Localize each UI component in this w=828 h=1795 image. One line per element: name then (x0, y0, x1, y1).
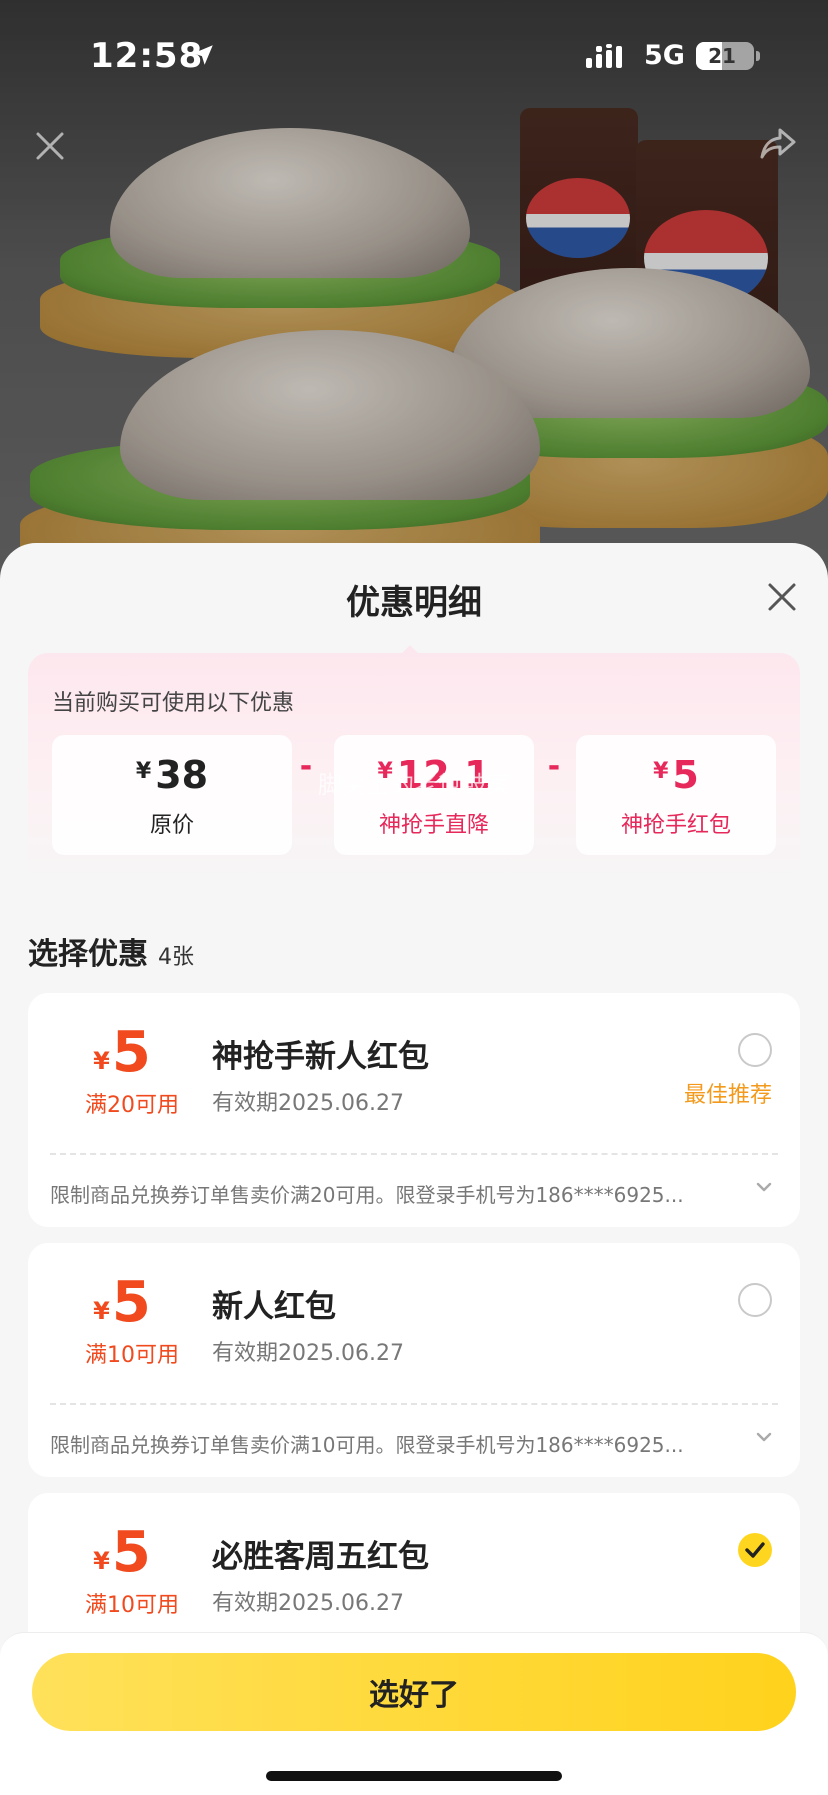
coupon-name: 新人红包 (212, 1289, 336, 1325)
coupon-condition: 满10可用 (85, 1593, 179, 1618)
coupon-card[interactable]: ¥5 满10可用 新人红包 有效期2025.06.27 限制商品兑换券订单售卖价… (28, 1243, 800, 1477)
signal-icon (586, 44, 630, 74)
status-time: 12:58 (90, 36, 204, 76)
coupon-card[interactable]: ¥5 满20可用 神抢手新人红包 有效期2025.06.27 最佳推荐 限制商品… (28, 993, 800, 1227)
chevron-down-icon[interactable] (754, 1177, 774, 1201)
coupon-validity: 有效期2025.06.27 (212, 1341, 404, 1366)
confirm-button[interactable]: 选好了 (32, 1653, 796, 1731)
watermark: 脚尖上的老愆鼓案 (318, 771, 510, 799)
coupon-count: 4张 (158, 945, 194, 970)
product-photo: 12:58 5G 21 (0, 0, 828, 600)
red-packet-label: 神抢手红包 (620, 813, 731, 838)
best-badge: 最佳推荐 (684, 1083, 773, 1108)
coupon-description: 限制商品兑换券订单售卖价满10可用。限登录手机号为186****6925... (50, 1433, 684, 1457)
original-price-label: 原价 (149, 813, 194, 838)
select-title: 选择优惠 (28, 937, 148, 972)
home-indicator (266, 1771, 562, 1781)
coupon-name: 必胜客周五红包 (212, 1539, 429, 1575)
coupon-validity: 有效期2025.06.27 (212, 1591, 404, 1616)
coupon-amount: ¥5 (93, 1270, 151, 1335)
location-arrow-icon (190, 42, 216, 72)
footer-bar: 选好了 (0, 1632, 828, 1795)
close-icon[interactable] (32, 128, 68, 168)
network-type: 5G (644, 40, 685, 71)
coupon-name: 神抢手新人红包 (212, 1039, 429, 1075)
status-bar: 12:58 5G 21 (0, 0, 828, 110)
coupon-amount: ¥5 (93, 1020, 151, 1085)
coupon-validity: 有效期2025.06.27 (212, 1091, 404, 1116)
coupon-radio[interactable] (738, 1033, 772, 1067)
checkmark-icon (745, 1542, 765, 1558)
sheet-title: 优惠明细 (346, 583, 482, 623)
coupon-description: 限制商品兑换券订单售卖价满20可用。限登录手机号为186****6925... (50, 1183, 684, 1207)
direct-discount-label: 神抢手直降 (378, 813, 489, 838)
close-icon[interactable] (764, 579, 800, 615)
coupon-amount: ¥5 (93, 1520, 151, 1585)
share-icon[interactable] (758, 124, 798, 168)
coupon-condition: 满20可用 (85, 1093, 179, 1118)
discount-sheet: 优惠明细 当前购买可使用以下优惠 ¥38 原价 - ¥12.1 神抢手直降 - … (0, 543, 828, 1795)
battery-level: 21 (708, 44, 736, 68)
coupon-radio[interactable] (738, 1283, 772, 1317)
summary-intro: 当前购买可使用以下优惠 (52, 691, 295, 716)
dashed-divider (50, 1403, 778, 1405)
dashed-divider (50, 1153, 778, 1155)
coupon-radio-checked[interactable] (738, 1533, 772, 1567)
chevron-down-icon[interactable] (754, 1427, 774, 1451)
battery-icon: 21 (696, 42, 760, 70)
coupon-condition: 满10可用 (85, 1343, 179, 1368)
